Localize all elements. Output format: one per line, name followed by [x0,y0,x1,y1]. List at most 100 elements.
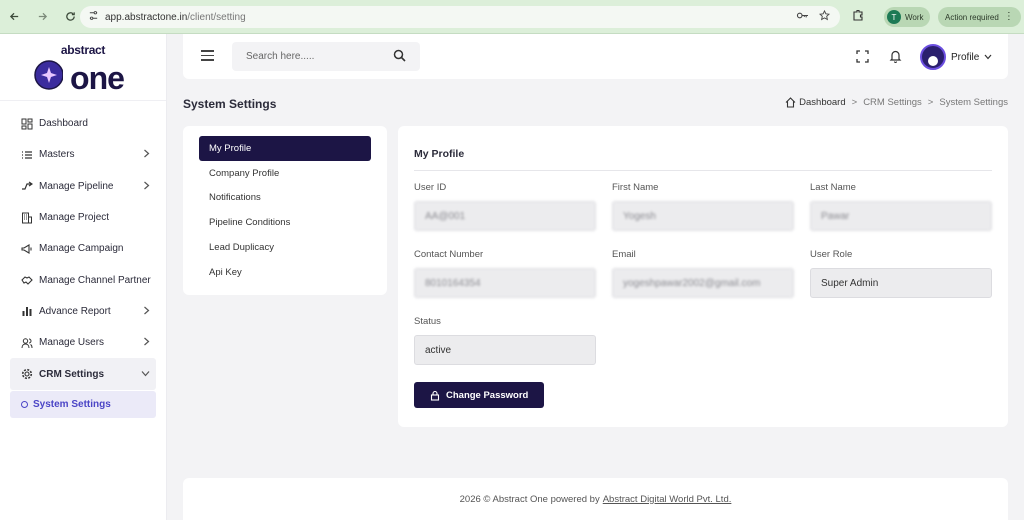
search-icon[interactable] [393,49,406,65]
status-input[interactable]: active [414,335,596,365]
sidebar-item-label: Manage Pipeline [39,180,114,192]
breadcrumb-separator: > [927,97,934,108]
sidebar-item-label: Manage Users [39,337,105,349]
sidebar-item-label: Manage Campaign [39,243,124,255]
sidebar-item-manage-campaign[interactable]: Manage Campaign [0,233,166,264]
sidebar-item-label: Manage Project [39,212,110,224]
user-role-label: User Role [810,249,853,260]
action-required-button[interactable]: Action required ⋮ [938,7,1021,27]
sidebar-subitem-system-settings[interactable]: System Settings [10,390,156,418]
settings-tab-notifications[interactable]: Notifications [199,186,371,211]
action-required-label: Action required [945,12,999,22]
building-icon [20,211,33,224]
sidebar-item-manage-project[interactable]: Manage Project [0,202,166,233]
forward-icon[interactable] [32,7,52,27]
sidebar-item-manage-pipeline[interactable]: Manage Pipeline [0,171,166,202]
footer-text: 2026 © Abstract One powered by [459,493,600,505]
address-bar[interactable]: app.abstractone.in/client/setting [80,6,840,28]
url-text: app.abstractone.in/client/setting [105,11,246,23]
breadcrumb-separator: > [851,97,858,108]
home-icon [785,97,796,108]
browser-toolbar: app.abstractone.in/client/setting T Work… [0,0,1024,34]
settings-tab-lead-duplicacy[interactable]: Lead Duplicacy [199,235,371,260]
footer-company-link[interactable]: Abstract Digital World Pvt. Ltd. [603,494,732,505]
breadcrumb-dashboard: Dashboard [799,97,846,108]
sidebar-item-dashboard[interactable]: Dashboard [0,108,166,139]
settings-tab-api-key[interactable]: Api Key [199,260,371,285]
circle-icon [21,400,28,408]
email-label: Email [612,249,636,260]
work-label: Work [905,12,924,22]
sidebar-item-masters[interactable]: Masters [0,139,166,170]
users-icon [20,336,33,349]
logo[interactable]: abstract one [0,34,166,101]
sidebar-item-label: CRM Settings [39,368,104,380]
user-role-input[interactable]: Super Admin [810,268,992,298]
settings-nav: My Profile Company Profile Notifications… [183,126,387,295]
sidebar-item-crm-settings[interactable]: CRM Settings [10,358,156,390]
bar-chart-icon [20,305,33,318]
sidebar-item-label: Dashboard [39,118,88,130]
avatar [920,44,946,70]
last-name-input[interactable]: Pawar [810,201,992,231]
breadcrumb-current: System Settings [939,97,1008,108]
user-id-input[interactable]: AA@001 [414,201,596,231]
sidebar-subitem-label: System Settings [33,398,111,410]
work-avatar: T [887,10,901,24]
star-icon[interactable] [818,9,831,24]
chevron-right-icon [143,181,150,192]
fullscreen-icon[interactable] [856,50,869,66]
settings-tab-company-profile[interactable]: Company Profile [199,161,371,186]
work-profile-chip[interactable]: T Work [884,7,930,27]
profile-label: Profile [951,51,980,63]
chevron-down-icon [141,369,150,379]
settings-tab-pipeline-conditions[interactable]: Pipeline Conditions [199,210,371,235]
list-icon [20,148,33,161]
gear-icon [20,368,33,381]
sidebar-item-manage-users[interactable]: Manage Users [0,327,166,358]
top-header: Profile [183,34,1008,79]
back-icon[interactable] [4,7,24,27]
menu-toggle-icon[interactable] [201,50,214,64]
first-name-input[interactable]: Yogesh [612,201,794,231]
profile-menu[interactable]: Profile [920,44,992,70]
sidebar-item-advance-report[interactable]: Advance Report [0,296,166,327]
search-box [232,42,420,71]
footer: 2026 © Abstract One powered by Abstract … [183,478,1008,520]
reload-icon[interactable] [60,7,80,27]
email-input[interactable]: yogeshpawar2002@gmail.com [612,268,794,298]
user-role-field: User Role Super Admin [810,249,992,298]
sidebar-item-label: Advance Report [39,305,111,317]
pipeline-icon [20,180,33,193]
breadcrumb-crm-settings[interactable]: CRM Settings [863,97,922,108]
user-id-field: User ID AA@001 [414,182,596,231]
chevron-down-icon [984,52,992,63]
sidebar-item-manage-channel-partner[interactable]: Manage Channel Partner [0,264,166,295]
status-label: Status [414,316,441,327]
bell-icon[interactable] [889,49,902,66]
abstract-one-logo: abstract one [34,43,125,93]
user-id-label: User ID [414,182,447,193]
handshake-icon [20,274,33,287]
search-input[interactable] [246,51,386,62]
key-icon[interactable] [796,10,809,24]
more-vert-icon: ⋮ [1003,11,1014,22]
card-title: My Profile [414,148,465,160]
first-name-field: First Name Yogesh [612,182,794,231]
breadcrumb-home[interactable]: Dashboard [785,97,846,108]
logo-line1: abstract [61,43,106,57]
grid-icon [20,117,33,130]
change-password-button[interactable]: Change Password [414,382,545,408]
last-name-field: Last Name Pawar [810,182,992,231]
sidebar-item-label: Manage Channel Partner [39,274,151,286]
contact-number-field: Contact Number 8010164354 [414,249,596,298]
settings-tab-my-profile[interactable]: My Profile [199,136,371,161]
last-name-label: Last Name [810,182,856,193]
extensions-icon[interactable] [852,9,864,24]
status-field: Status active [414,316,596,365]
lock-icon [430,390,440,401]
page-title: System Settings [183,97,277,111]
sidebar-menu: Dashboard Masters Manage Pipeline Manage… [0,101,166,418]
contact-number-input[interactable]: 8010164354 [414,268,596,298]
site-info-icon[interactable] [88,10,99,24]
